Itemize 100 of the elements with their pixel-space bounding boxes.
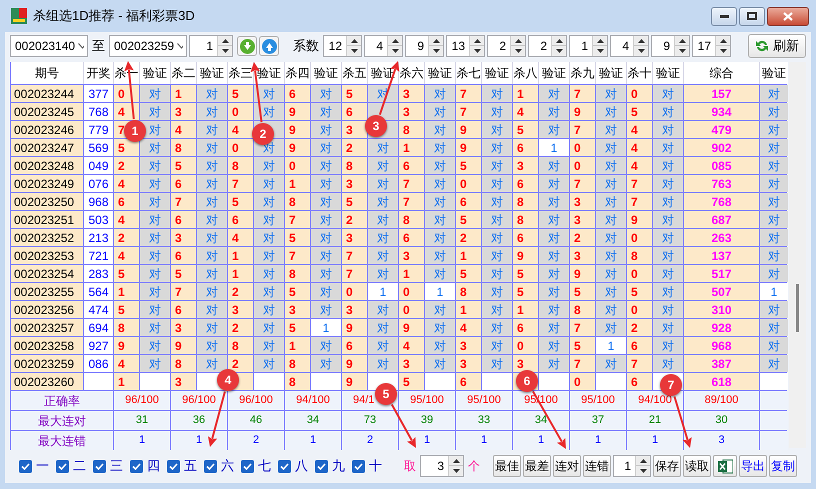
maximize-button[interactable] [739,6,765,26]
spin-down-button[interactable] [511,46,525,56]
number-spinner[interactable]: 3 [420,455,464,477]
number-spinner[interactable]: 13 [446,35,485,57]
up-arrow-icon [474,38,480,42]
refresh-button[interactable]: 刷新 [748,34,806,58]
spin-up-button[interactable] [388,36,402,46]
option-label: 一 [36,457,49,476]
spin-down-button[interactable] [675,46,689,56]
kill-cell: 7 [456,103,481,120]
up-arrow-icon [392,38,398,42]
number-spinner[interactable]: 17 [692,35,731,57]
spin-up-button[interactable] [511,36,525,46]
spin-up-button[interactable] [429,36,443,46]
file-button[interactable]: 读取 [683,455,711,477]
spin-up-button[interactable] [636,456,650,466]
spin-up-button[interactable] [449,456,463,466]
spin-up-button[interactable] [634,36,648,46]
checkbox[interactable] [241,460,254,472]
composite-cell: 479 [684,121,759,138]
verify-cell: 对 [254,247,284,264]
spin-down-button[interactable] [634,46,648,56]
spin-up-button[interactable] [593,36,607,46]
checkbox[interactable] [93,460,106,472]
checkbox[interactable] [315,460,328,472]
checkbox[interactable] [19,460,32,472]
number-spinner[interactable]: 2 [528,35,567,57]
scrollbar-thumb[interactable] [796,284,799,332]
number-spinner[interactable]: 9 [405,35,444,57]
kill-cell: 8 [228,337,253,354]
spin-up-button[interactable] [347,36,361,46]
kill-cell: 0 [570,373,595,390]
spin-down-button[interactable] [388,46,402,56]
spin-down-button[interactable] [593,46,607,56]
number-spinner[interactable]: 4 [610,35,649,57]
summary-cell: 96/100 [228,391,284,410]
verify-cell: 对 [482,319,512,336]
kill-cell: 6 [627,337,652,354]
verify-cell: 对 [425,247,455,264]
kill-cell: 5 [456,265,481,282]
period-cell: 002023249 [11,175,83,192]
checkbox[interactable] [204,460,217,472]
composite-cell: 763 [684,175,759,192]
column-header: 验证 [539,62,569,84]
checkbox[interactable] [130,460,143,472]
spin-down-button[interactable] [218,46,232,56]
number-spinner[interactable]: 9 [651,35,690,57]
verify-cell: 对 [760,337,788,354]
export-button[interactable]: 复制 [769,455,797,477]
minimize-button[interactable] [711,6,737,26]
spin-down-button[interactable] [716,46,730,56]
spin-up-button[interactable] [218,36,232,46]
verify-cell: 对 [539,211,569,228]
spin-down-button[interactable] [636,466,650,476]
checkbox[interactable] [56,460,69,472]
spin-up-button[interactable] [470,36,484,46]
kill-cell: 8 [285,373,310,390]
kill-cell: 4 [114,247,139,264]
number-spinner[interactable]: 4 [364,35,403,57]
spin-up-button[interactable] [552,36,566,46]
kill-cell: 3 [456,355,481,372]
spin-down-button[interactable] [347,46,361,56]
close-button[interactable] [767,6,809,26]
move-up-button[interactable] [259,36,279,56]
kill-cell: 5 [228,85,253,102]
scrollbar[interactable] [789,62,806,448]
sort-button[interactable]: 连对 [553,455,581,477]
kill-cell: 6 [171,247,196,264]
up-arrow-icon [720,38,726,42]
number-spinner[interactable]: 1 [569,35,608,57]
kill-cell: 8 [570,301,595,318]
excel-button[interactable] [713,455,737,477]
verify-cell: 对 [653,139,683,156]
checkbox[interactable] [352,460,365,472]
composite-cell: 768 [684,193,759,210]
spin-up-button[interactable] [675,36,689,46]
spin-down-button[interactable] [429,46,443,56]
period-dropdown[interactable]: 002023140 [10,35,88,57]
move-down-button[interactable] [237,36,257,56]
number-spinner[interactable]: 1 [189,35,233,57]
kill-cell: 9 [114,337,139,354]
kill-cell: 2 [228,283,253,300]
checkbox[interactable] [278,460,291,472]
number-spinner[interactable]: 2 [487,35,526,57]
spin-down-button[interactable] [470,46,484,56]
period-dropdown[interactable]: 002023259 [109,35,187,57]
file-button[interactable]: 保存 [653,455,681,477]
draw-cell: 779 [84,121,113,138]
spin-down-button[interactable] [552,46,566,56]
sort-button[interactable]: 连错 [583,455,611,477]
number-spinner[interactable]: 1 [613,455,651,477]
option-label: 七 [258,457,271,476]
sort-button[interactable]: 最差 [523,455,551,477]
spin-up-button[interactable] [716,36,730,46]
checkbox[interactable] [167,460,180,472]
sort-button[interactable]: 最佳 [493,455,521,477]
export-button[interactable]: 导出 [739,455,767,477]
verify-cell: 对 [482,175,512,192]
number-spinner[interactable]: 12 [323,35,362,57]
spin-down-button[interactable] [449,466,463,476]
